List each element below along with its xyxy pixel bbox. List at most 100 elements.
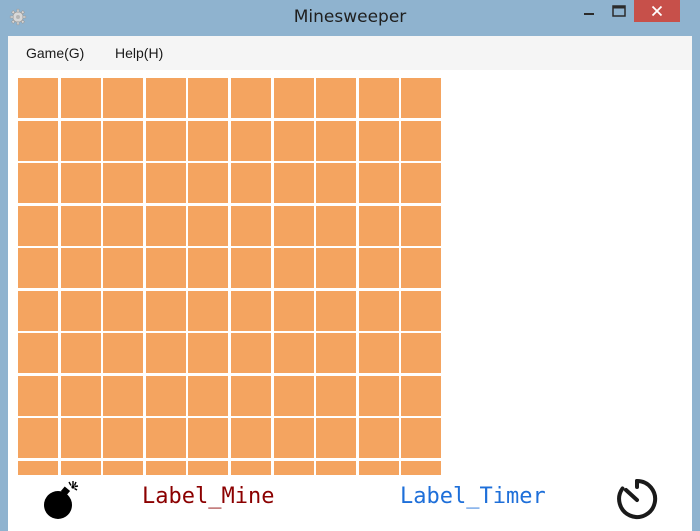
mine-cell[interactable] xyxy=(401,460,442,475)
mine-cell[interactable] xyxy=(316,205,357,246)
mine-cell[interactable] xyxy=(273,375,314,416)
mine-cell[interactable] xyxy=(18,205,58,246)
mine-cell[interactable] xyxy=(316,120,357,161)
mine-cell[interactable] xyxy=(188,375,229,416)
mine-cell[interactable] xyxy=(273,78,314,118)
mine-cell[interactable] xyxy=(401,290,442,331)
mine-cell[interactable] xyxy=(188,290,229,331)
mine-cell[interactable] xyxy=(188,333,229,373)
mine-cell[interactable] xyxy=(230,78,271,118)
mine-cell[interactable] xyxy=(103,248,144,288)
mine-cell[interactable] xyxy=(103,333,144,373)
mine-cell[interactable] xyxy=(358,248,399,288)
mine-cell[interactable] xyxy=(273,205,314,246)
close-button[interactable] xyxy=(634,0,680,22)
mine-cell[interactable] xyxy=(60,120,101,161)
menu-game[interactable]: Game(G) xyxy=(26,45,84,61)
mine-cell[interactable] xyxy=(18,460,58,475)
mine-cell[interactable] xyxy=(103,418,144,458)
mine-cell[interactable] xyxy=(145,248,186,288)
mine-cell[interactable] xyxy=(60,248,101,288)
mine-cell[interactable] xyxy=(145,375,186,416)
title-bar[interactable]: Minesweeper xyxy=(0,0,700,36)
mine-cell[interactable] xyxy=(358,375,399,416)
mine-cell[interactable] xyxy=(145,78,186,118)
mine-cell[interactable] xyxy=(230,460,271,475)
mine-cell[interactable] xyxy=(188,418,229,458)
mine-cell[interactable] xyxy=(230,375,271,416)
mine-cell[interactable] xyxy=(188,205,229,246)
mine-cell[interactable] xyxy=(401,375,442,416)
mine-cell[interactable] xyxy=(188,163,229,203)
mine-cell[interactable] xyxy=(401,120,442,161)
mine-cell[interactable] xyxy=(316,78,357,118)
minimize-button[interactable] xyxy=(574,0,604,22)
mine-cell[interactable] xyxy=(230,248,271,288)
mine-cell[interactable] xyxy=(316,375,357,416)
mine-cell[interactable] xyxy=(145,460,186,475)
mine-cell[interactable] xyxy=(358,78,399,118)
minefield-grid[interactable] xyxy=(18,78,442,475)
mine-cell[interactable] xyxy=(60,163,101,203)
mine-cell[interactable] xyxy=(60,290,101,331)
mine-cell[interactable] xyxy=(145,163,186,203)
mine-cell[interactable] xyxy=(230,418,271,458)
mine-cell[interactable] xyxy=(60,78,101,118)
mine-cell[interactable] xyxy=(316,248,357,288)
mine-cell[interactable] xyxy=(18,290,58,331)
mine-cell[interactable] xyxy=(18,333,58,373)
mine-cell[interactable] xyxy=(188,120,229,161)
mine-cell[interactable] xyxy=(103,290,144,331)
mine-cell[interactable] xyxy=(401,248,442,288)
mine-cell[interactable] xyxy=(18,248,58,288)
mine-cell[interactable] xyxy=(273,460,314,475)
mine-cell[interactable] xyxy=(273,163,314,203)
menu-help[interactable]: Help(H) xyxy=(115,45,163,61)
mine-cell[interactable] xyxy=(18,375,58,416)
mine-cell[interactable] xyxy=(230,205,271,246)
mine-cell[interactable] xyxy=(60,418,101,458)
mine-cell[interactable] xyxy=(60,375,101,416)
mine-cell[interactable] xyxy=(145,205,186,246)
mine-cell[interactable] xyxy=(358,163,399,203)
mine-cell[interactable] xyxy=(230,333,271,373)
maximize-button[interactable] xyxy=(604,0,634,22)
mine-cell[interactable] xyxy=(316,290,357,331)
mine-cell[interactable] xyxy=(358,460,399,475)
mine-cell[interactable] xyxy=(103,460,144,475)
mine-cell[interactable] xyxy=(145,333,186,373)
mine-cell[interactable] xyxy=(60,460,101,475)
mine-cell[interactable] xyxy=(358,418,399,458)
mine-cell[interactable] xyxy=(60,333,101,373)
mine-cell[interactable] xyxy=(18,78,58,118)
mine-cell[interactable] xyxy=(401,78,442,118)
mine-cell[interactable] xyxy=(145,120,186,161)
mine-cell[interactable] xyxy=(188,460,229,475)
mine-cell[interactable] xyxy=(60,205,101,246)
mine-cell[interactable] xyxy=(273,120,314,161)
mine-cell[interactable] xyxy=(188,78,229,118)
mine-cell[interactable] xyxy=(103,205,144,246)
mine-cell[interactable] xyxy=(358,120,399,161)
mine-cell[interactable] xyxy=(103,78,144,118)
mine-cell[interactable] xyxy=(273,248,314,288)
mine-cell[interactable] xyxy=(273,418,314,458)
mine-cell[interactable] xyxy=(316,418,357,458)
mine-cell[interactable] xyxy=(316,163,357,203)
mine-cell[interactable] xyxy=(18,120,58,161)
mine-cell[interactable] xyxy=(103,120,144,161)
mine-cell[interactable] xyxy=(273,333,314,373)
mine-cell[interactable] xyxy=(358,333,399,373)
mine-cell[interactable] xyxy=(273,290,314,331)
mine-cell[interactable] xyxy=(230,290,271,331)
mine-cell[interactable] xyxy=(230,120,271,161)
mine-cell[interactable] xyxy=(401,418,442,458)
mine-cell[interactable] xyxy=(103,375,144,416)
mine-cell[interactable] xyxy=(316,460,357,475)
mine-cell[interactable] xyxy=(358,290,399,331)
mine-cell[interactable] xyxy=(103,163,144,203)
mine-cell[interactable] xyxy=(230,163,271,203)
mine-cell[interactable] xyxy=(145,290,186,331)
mine-cell[interactable] xyxy=(401,163,442,203)
mine-cell[interactable] xyxy=(401,333,442,373)
